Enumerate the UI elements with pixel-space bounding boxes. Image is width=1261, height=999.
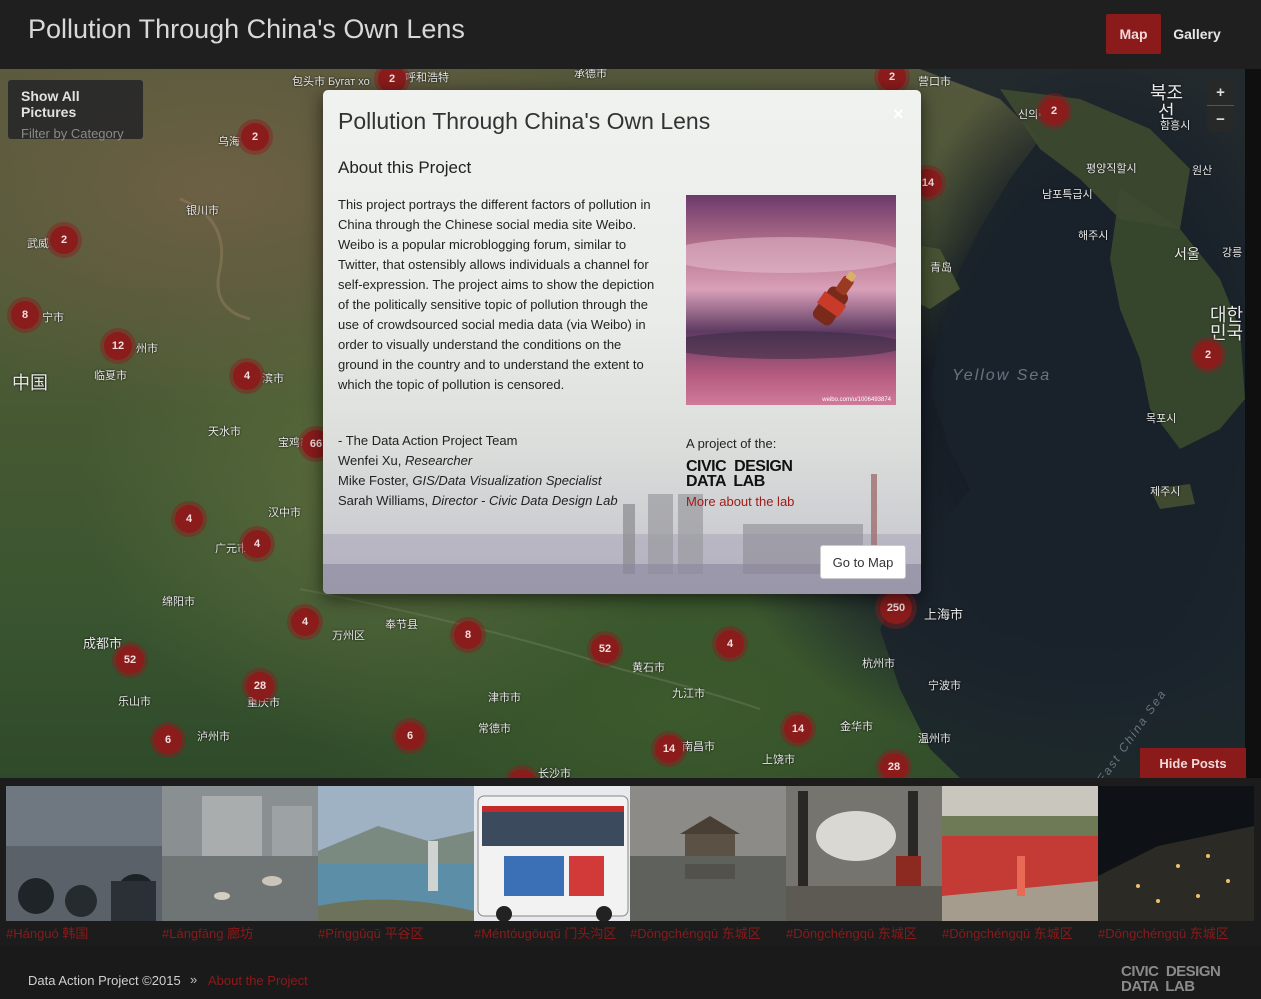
post-thumbnail[interactable]: [786, 786, 942, 921]
map-cluster[interactable]: 2: [241, 123, 269, 151]
nav-gallery-link[interactable]: Gallery: [1168, 14, 1226, 54]
about-modal: Pollution Through China's Own Lens × Abo…: [323, 90, 921, 594]
modal-title: Pollution Through China's Own Lens: [338, 108, 711, 134]
about-project-link[interactable]: About the Project: [208, 973, 308, 988]
post-thumbnail[interactable]: [942, 786, 1098, 921]
map-cluster[interactable]: 14: [784, 715, 812, 743]
team-intro: - The Data Action Project Team: [338, 433, 518, 448]
show-all-pictures-button[interactable]: Show All Pictures: [21, 88, 130, 120]
member-role: Researcher: [404, 453, 473, 468]
post-caption[interactable]: #Dōngchéngqū 东城区: [630, 923, 786, 942]
post-thumbnail[interactable]: [474, 786, 630, 921]
civic-data-design-lab-logo[interactable]: CIVIC DESIGN DATA LAB: [1121, 963, 1221, 995]
post-thumbnail[interactable]: [630, 786, 786, 921]
map-cluster[interactable]: 4: [175, 505, 203, 533]
post-caption[interactable]: #Dōngchéngqū 东城区: [942, 923, 1098, 942]
zoom-out-button[interactable]: −: [1207, 106, 1234, 132]
member-name: Wenfei Xu,: [338, 453, 402, 468]
map-cluster[interactable]: 28: [880, 753, 908, 778]
post-thumbnail[interactable]: [6, 786, 162, 921]
go-to-map-button[interactable]: Go to Map: [820, 545, 906, 579]
more-about-lab-link[interactable]: More about the lab: [686, 494, 794, 509]
map-cluster[interactable]: 8: [454, 621, 482, 649]
map-cluster[interactable]: 6: [154, 726, 182, 754]
close-icon[interactable]: ×: [893, 104, 904, 125]
map-cluster[interactable]: 4: [291, 608, 319, 636]
project-of-label: A project of the:: [686, 436, 777, 451]
team-credits: - The Data Action Project Team Wenfei Xu…: [338, 431, 668, 511]
map-cluster[interactable]: 28: [246, 672, 274, 700]
breadcrumb-separator: »: [190, 972, 198, 987]
map-cluster[interactable]: 4: [233, 362, 261, 390]
zoom-control: + −: [1207, 80, 1234, 132]
post-thumbnail[interactable]: [318, 786, 474, 921]
post-caption[interactable]: #Méntóugōuqū 门头沟区: [474, 923, 630, 942]
map-cluster[interactable]: 52: [116, 646, 144, 674]
map-cluster[interactable]: 4: [243, 530, 271, 558]
team-member: Mike Foster, GIS/Data Visualization Spec…: [338, 471, 668, 491]
logo-line-2: DATA LAB: [686, 473, 765, 490]
map-cluster[interactable]: 4: [716, 630, 744, 658]
filter-panel: Show All Pictures Filter by Category: [8, 80, 143, 141]
nav-map-button[interactable]: Map: [1106, 14, 1161, 54]
member-role: Director - Civic Data Design Lab: [431, 493, 618, 508]
zoom-in-button[interactable]: +: [1207, 80, 1234, 106]
member-role: GIS/Data Visualization Specialist: [412, 473, 602, 488]
polluted-water-photo: weibo.com/u/1006493874: [686, 195, 896, 405]
civic-data-design-lab-logo[interactable]: CIVIC DESIGN DATA LAB: [686, 458, 793, 490]
post-thumbnail[interactable]: [162, 786, 318, 921]
member-name: Mike Foster,: [338, 473, 409, 488]
post-caption[interactable]: #Dōngchéngqū 东城区: [1098, 923, 1254, 942]
post-thumbnail[interactable]: [1098, 786, 1254, 921]
team-member: Wenfei Xu, Researcher: [338, 451, 668, 471]
logo-line-1: CIVIC DESIGN: [686, 458, 793, 475]
filter-by-category-dropdown[interactable]: Filter by Category: [21, 126, 130, 141]
post-caption[interactable]: #Hánguó 韩国: [6, 923, 162, 942]
site-title[interactable]: Pollution Through China's Own Lens: [28, 14, 465, 45]
map-edge: [1245, 69, 1261, 778]
map-cluster[interactable]: 8: [11, 301, 39, 329]
hide-posts-button[interactable]: Hide Posts: [1140, 748, 1246, 778]
post-caption[interactable]: #Dōngchéngqū 东城区: [786, 923, 942, 942]
logo-line-1: CIVIC DESIGN: [1121, 963, 1221, 980]
map-cluster[interactable]: 250: [880, 592, 912, 624]
map-cluster[interactable]: 2: [1040, 97, 1068, 125]
map-cluster[interactable]: 2: [1194, 341, 1222, 369]
project-description: This project portrays the different fact…: [338, 197, 655, 392]
post-caption[interactable]: #Lángfāng 廊坊: [162, 923, 318, 942]
map-cluster[interactable]: 14: [655, 735, 683, 763]
copyright-text: Data Action Project ©2015: [28, 973, 181, 988]
photo-watermark: weibo.com/u/1006493874: [821, 397, 891, 403]
map-cluster[interactable]: 2: [50, 226, 78, 254]
logo-line-2: DATA LAB: [1121, 978, 1195, 995]
map-cluster[interactable]: 6: [396, 722, 424, 750]
team-member: Sarah Williams, Director - Civic Data De…: [338, 491, 668, 511]
map-cluster[interactable]: 52: [591, 635, 619, 663]
modal-subtitle: About this Project: [338, 158, 472, 177]
map-cluster[interactable]: 12: [104, 332, 132, 360]
member-name: Sarah Williams,: [338, 493, 429, 508]
post-caption[interactable]: #Pínggǔqū 平谷区: [318, 923, 474, 942]
